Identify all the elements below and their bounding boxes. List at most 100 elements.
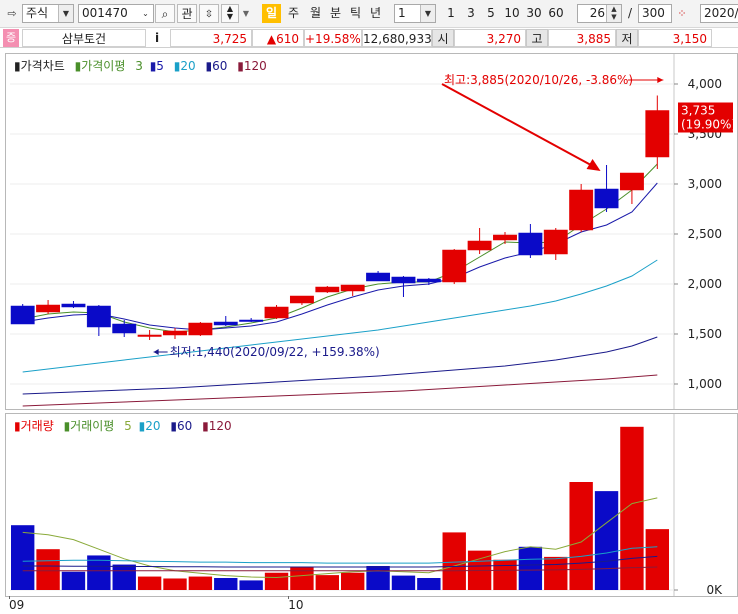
price-chart-panel[interactable]: ▮가격차트 ▮가격이평 3 ▮5 ▮20 ▮60 ▮120 4,000 3,500…	[5, 53, 738, 410]
volume-bar	[112, 564, 136, 590]
count-input[interactable]: 26 ▲ ▼	[577, 4, 622, 23]
volume-value: 12,680,933	[362, 29, 432, 47]
info-button[interactable]: i	[148, 29, 166, 47]
volume-bar	[442, 532, 466, 590]
price-ma5-line	[22, 182, 658, 331]
candle-body	[264, 306, 289, 319]
candle-body	[543, 229, 568, 255]
link-arrow-icon[interactable]: ⇨	[3, 4, 21, 23]
volume-bar	[518, 546, 543, 590]
stock-name[interactable]: 삼부토건	[22, 29, 146, 47]
current-price: 3,725	[170, 29, 252, 47]
high-label: 고	[526, 29, 548, 47]
period-button[interactable]: 월	[306, 4, 325, 23]
last-pct-label: (19.90%)	[681, 118, 736, 132]
candle-body	[163, 330, 187, 336]
low-annotation-arrowhead	[153, 349, 159, 355]
candle-body	[137, 334, 162, 337]
candle-body	[366, 272, 391, 282]
quick-interval-button[interactable]: 3	[462, 4, 480, 23]
volume-bar	[493, 559, 517, 590]
candle-body	[239, 319, 264, 322]
volume-chart-plot[interactable]: 30,000K25,000K20,000K15,000K10,000K5,000…	[6, 414, 737, 596]
volume-bar	[645, 529, 669, 590]
candle-body	[493, 234, 517, 241]
date-value: 2020/	[704, 6, 738, 20]
candle-body	[518, 232, 543, 256]
x-axis: 09 10	[0, 596, 738, 614]
high-annotation-arrowhead	[657, 77, 664, 83]
x-tick-mark	[288, 596, 290, 599]
candle-body	[619, 172, 644, 191]
chevron-down-icon: ▼	[58, 5, 73, 22]
quick-interval-button[interactable]: 5	[482, 4, 500, 23]
price-chart-plot[interactable]: 4,0003,5003,0002,5002,0001,5001,000최고:3,…	[6, 54, 737, 409]
total-value: 300	[642, 6, 665, 20]
volume-bar	[11, 525, 35, 590]
total-input[interactable]: 300	[638, 4, 672, 23]
quick-interval-button[interactable]: 10	[502, 4, 522, 23]
quick-interval-button[interactable]: 30	[524, 4, 544, 23]
date-input[interactable]: 2020/	[700, 4, 738, 23]
search-button[interactable]: ⌕	[155, 4, 175, 23]
price-change: ▲610	[252, 29, 304, 47]
count-spinner-icon[interactable]: ▲ ▼	[606, 5, 621, 22]
open-value: 3,270	[454, 29, 526, 47]
red-arrow-shaft	[441, 83, 596, 168]
volume-bar	[264, 572, 289, 590]
open-label: 시	[432, 29, 454, 47]
spinner-updown-icon[interactable]: ▲ ▼	[221, 4, 239, 23]
high-annotation: 최고:3,885(2020/10/26, -3.86%)	[444, 73, 633, 87]
quick-interval-button[interactable]: 1	[442, 4, 460, 23]
volume-bar	[594, 491, 619, 590]
volume-bar	[61, 571, 86, 590]
candle-body	[645, 110, 670, 158]
y-tick-label: 0K	[706, 583, 723, 596]
interval-value: 1	[398, 6, 406, 20]
period-button[interactable]: 틱	[346, 4, 365, 23]
candle-body	[569, 189, 594, 231]
period-button[interactable]: 일	[262, 4, 281, 23]
period-button[interactable]: 주	[284, 4, 303, 23]
stock-code-input[interactable]: 001470 ⌄	[78, 4, 154, 23]
volume-bar	[391, 575, 416, 590]
candle-body	[442, 249, 467, 283]
candle-body	[112, 323, 137, 334]
candle-body	[86, 305, 111, 328]
volume-bar	[341, 572, 365, 590]
volume-bar	[417, 578, 441, 590]
low-label: 저	[616, 29, 638, 47]
volume-bar	[366, 566, 390, 590]
candle-body	[340, 284, 365, 292]
candle-body	[594, 188, 619, 209]
y-tick-label: 3,000	[688, 177, 722, 191]
count-value: 26	[589, 6, 605, 20]
watchlist-button[interactable]: 관	[177, 4, 197, 23]
candle-body	[467, 240, 492, 251]
period-button[interactable]: 년	[366, 4, 385, 23]
low-annotation: 최저:1,440(2020/09/22, +159.38%)	[170, 345, 380, 359]
market-type-select[interactable]: 주식 ▼	[22, 4, 74, 23]
quick-interval-button[interactable]: 60	[546, 4, 566, 23]
candle-body	[213, 321, 238, 326]
candle-body	[10, 305, 35, 325]
candle-body	[416, 278, 441, 283]
candle-body	[36, 304, 61, 313]
low-value: 3,150	[638, 29, 712, 47]
market-badge: 증	[3, 29, 19, 47]
change-percent: +19.58%	[304, 29, 362, 47]
volume-chart-panel[interactable]: ▮거래량 ▮거래이평 5 ▮20 ▮60 ▮120 30,000K25,000K…	[5, 413, 738, 597]
y-tick-label: 1,000	[688, 377, 722, 391]
candle-body	[315, 286, 340, 293]
interval-select[interactable]: 1 ▼	[394, 4, 436, 23]
options-chevron-icon[interactable]: ▼	[241, 4, 251, 23]
chevron-down-icon: ▼	[420, 5, 435, 22]
volume-bar	[36, 549, 60, 590]
period-button[interactable]: 분	[326, 4, 345, 23]
scroll-updown-icon[interactable]: ⇳	[199, 4, 219, 23]
market-type-value: 주식	[26, 6, 49, 20]
toolbar: ⇨ 주식 ▼ 001470 ⌄ ⌕ 관 ⇳ ▲ ▼ ▼ 일주월분틱년 1 ▼ 13…	[0, 0, 738, 28]
realtime-grid-icon[interactable]: ⁘	[674, 4, 690, 23]
last-price-label: 3,735	[681, 104, 715, 118]
y-tick-label: 2,000	[688, 277, 722, 291]
